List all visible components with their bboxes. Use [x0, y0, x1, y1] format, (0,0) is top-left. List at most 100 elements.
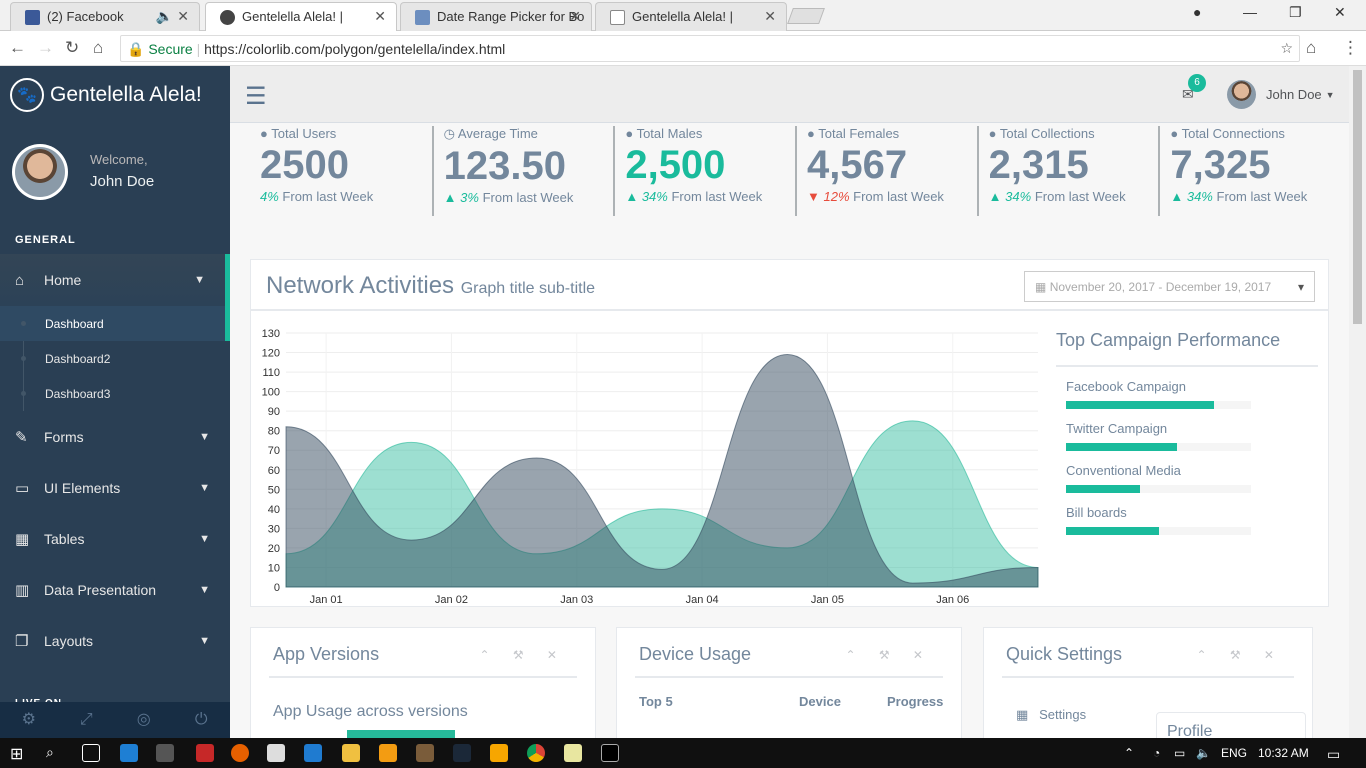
- network-chart: 0 10 20 30 40 50 60 70 80 90 100 110 120 130 Jan 01 Jan…: [262, 328, 1039, 605]
- card-controls[interactable]: ⌃ ⚒ ✕: [845, 648, 933, 662]
- forward-icon[interactable]: →: [37, 38, 54, 58]
- campaign-title: Top Campaign Performance: [1056, 330, 1318, 367]
- network-icon[interactable]: ◔: [1153, 746, 1160, 760]
- close-icon[interactable]: ✕: [569, 8, 581, 25]
- column-header: Device: [799, 694, 841, 709]
- back-icon[interactable]: ←: [9, 38, 26, 58]
- close-icon[interactable]: ✕: [177, 8, 189, 25]
- scrollbar[interactable]: [1349, 66, 1366, 738]
- app-icon[interactable]: [304, 744, 322, 762]
- y-tick-label: 10: [268, 562, 280, 574]
- date-range-picker[interactable]: ▦ November 20, 2017 - December 19, 2017 …: [1024, 271, 1315, 302]
- y-tick-label: 0: [274, 582, 280, 594]
- sidebar-item-forms[interactable]: ✎ Forms ▼: [0, 411, 230, 462]
- user-icon: ●: [988, 126, 997, 141]
- sidebar-item-layouts[interactable]: ❐ Layouts ▼: [0, 615, 230, 666]
- chevron-down-icon: ▼: [199, 634, 210, 647]
- settings-link[interactable]: ▦ Settings: [1016, 707, 1086, 723]
- language-indicator[interactable]: ENG: [1221, 746, 1247, 760]
- sidebar-item-data-presentation[interactable]: ▥ Data Presentation ▼: [0, 564, 230, 615]
- home-icon[interactable]: ⌂: [93, 38, 103, 58]
- notifications-icon[interactable]: ▭: [1327, 746, 1340, 763]
- card-title: App Versions: [273, 644, 380, 664]
- chrome-icon[interactable]: [527, 744, 545, 762]
- desktop-icon: ▭: [15, 479, 30, 497]
- folder-icon[interactable]: [342, 744, 360, 762]
- wordpress-icon: [220, 10, 235, 25]
- mail-icon[interactable]: [267, 744, 285, 762]
- campaign-label: Twitter Campaign: [1066, 421, 1168, 436]
- sidebar-item-home[interactable]: ⌂ Home ▼: [0, 254, 230, 306]
- calendar-icon: ▦: [1035, 280, 1047, 294]
- restore-icon[interactable]: ❐: [1289, 4, 1302, 21]
- minimize-icon[interactable]: —: [1243, 4, 1257, 20]
- card-controls[interactable]: ⌃ ⚒ ✕: [1196, 648, 1284, 662]
- browser-tab[interactable]: Date Range Picker for Bo ✕: [400, 2, 592, 31]
- arrow-up-icon: ▲: [1170, 189, 1184, 204]
- sidebar-subitem-dashboard3[interactable]: Dashboard3: [0, 376, 230, 411]
- flash-icon[interactable]: [196, 744, 214, 762]
- browser-tab[interactable]: (2) Facebook 🔈 ✕: [10, 2, 200, 31]
- sidebar-subitem-dashboard[interactable]: Dashboard: [0, 306, 230, 341]
- notepad-icon[interactable]: [564, 744, 582, 762]
- reload-icon[interactable]: ↻: [65, 38, 79, 58]
- tile-count: 2,315: [988, 143, 1089, 187]
- profile-name: John Doe: [90, 173, 155, 190]
- url-input[interactable]: 🔒 Secure | https://colorlib.com/polygon/…: [120, 35, 1300, 62]
- close-icon[interactable]: ✕: [764, 8, 776, 25]
- chevron-down-icon: ▼: [199, 583, 210, 596]
- search-icon[interactable]: ⌕: [46, 744, 64, 762]
- clock[interactable]: 10:32 AM: [1258, 746, 1309, 760]
- power-icon[interactable]: ⏻: [173, 702, 231, 738]
- close-window-icon[interactable]: ✕: [1334, 4, 1346, 21]
- y-tick-label: 50: [268, 484, 280, 496]
- page-icon: [610, 10, 625, 25]
- user-icon: ●: [260, 126, 268, 141]
- tile-footer: ▼ 12% From last Week: [807, 189, 944, 204]
- y-tick-label: 30: [268, 523, 280, 535]
- profile-icon[interactable]: ●: [1193, 4, 1201, 20]
- stat-tile: ● Total Males 2,500 ▲ 34% From last Week: [613, 126, 795, 216]
- menu-toggle-icon[interactable]: ☰: [245, 82, 267, 111]
- browser-tab-active[interactable]: Gentelella Alela! | ✕: [205, 2, 397, 31]
- edge-icon[interactable]: [120, 744, 138, 762]
- settings-icon[interactable]: ⚙: [0, 702, 58, 738]
- user-menu[interactable]: John Doe ▼: [1227, 80, 1335, 109]
- envelope-icon[interactable]: ✉ 6: [1182, 74, 1206, 103]
- task-view-icon[interactable]: [82, 744, 100, 762]
- tray-chevron-icon[interactable]: ⌃: [1124, 746, 1134, 760]
- menu-kebab-icon[interactable]: ⋮: [1342, 38, 1359, 58]
- campaign-progress: [1066, 485, 1251, 493]
- clock-icon: ◷: [443, 126, 455, 141]
- volume-icon[interactable]: 🔈: [1196, 746, 1211, 760]
- store-icon[interactable]: [156, 744, 174, 762]
- fullscreen-icon[interactable]: ⤢: [58, 702, 116, 738]
- firefox-icon[interactable]: [231, 744, 249, 762]
- terminal-icon[interactable]: [601, 744, 619, 762]
- extension-home-icon[interactable]: ⌂: [1306, 38, 1316, 58]
- card-controls[interactable]: ⌃ ⚒ ✕: [479, 648, 567, 662]
- card-title: Quick Settings: [1006, 644, 1123, 664]
- table-icon: ▦: [15, 530, 30, 548]
- eye-slash-icon[interactable]: ◎: [115, 702, 173, 738]
- app-icon[interactable]: [416, 744, 434, 762]
- brand-title: Gentelella Alela!: [50, 83, 202, 106]
- battery-icon[interactable]: ▭: [1174, 746, 1185, 760]
- star-icon[interactable]: ☆: [1280, 40, 1293, 57]
- sidebar-item-label: Layouts: [44, 632, 94, 649]
- brand[interactable]: 🐾 Gentelella Alela!: [0, 66, 230, 124]
- windows-start-icon[interactable]: ⊞: [10, 744, 28, 763]
- sidebar-item-ui-elements[interactable]: ▭ UI Elements ▼: [0, 462, 230, 513]
- lock-icon: 🔒: [127, 41, 145, 57]
- sidebar-subitem-dashboard2[interactable]: Dashboard2: [0, 341, 230, 376]
- sidebar-item-label: UI Elements: [44, 479, 121, 496]
- campaign-row: Facebook Campaign: [1056, 367, 1318, 409]
- media-player-icon[interactable]: [490, 744, 508, 762]
- sidebar-item-tables[interactable]: ▦ Tables ▼: [0, 513, 230, 564]
- xampp-icon[interactable]: [379, 744, 397, 762]
- browser-tab[interactable]: Gentelella Alela! | ✕: [595, 2, 787, 31]
- close-icon[interactable]: ✕: [374, 8, 386, 25]
- steam-icon[interactable]: [453, 744, 471, 762]
- new-tab-button[interactable]: [787, 8, 825, 24]
- stat-tiles: ● Total Users 2500 4% From last Week ◷ Aver…: [250, 126, 1340, 216]
